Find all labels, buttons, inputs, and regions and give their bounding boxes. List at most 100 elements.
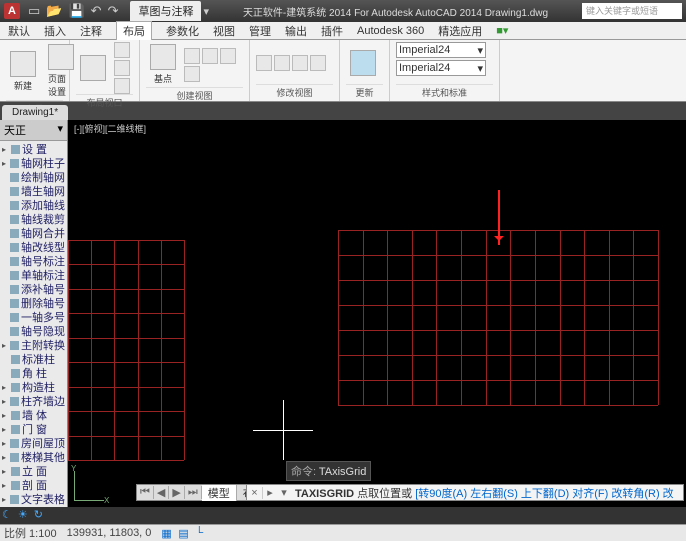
panel-title: 样式和标准: [396, 84, 493, 99]
sun-icon[interactable]: ☀: [18, 508, 28, 521]
tab-manage[interactable]: 管理: [249, 23, 271, 39]
open-icon[interactable]: 📂: [46, 3, 62, 19]
sidebar-item[interactable]: ▸剖 面: [0, 478, 67, 492]
sidebar-item[interactable]: ▸主附转换: [0, 338, 67, 352]
sidebar-item[interactable]: 一轴多号: [0, 310, 67, 324]
axis-grid-preview-1: [68, 240, 184, 460]
sidebar-item[interactable]: 轴号隐现: [0, 324, 67, 338]
viewport-button[interactable]: [76, 53, 110, 83]
vp-opt-icon[interactable]: [114, 60, 130, 76]
sidebar-item[interactable]: ▸墙 体: [0, 408, 67, 422]
tab-layout[interactable]: 布局: [116, 21, 152, 40]
sidebar-item[interactable]: 添加轴线: [0, 198, 67, 212]
sidebar-item[interactable]: ▸轴网柱子: [0, 156, 67, 170]
sidebar-item[interactable]: ▸设 置: [0, 142, 67, 156]
window-title: 天正软件-建筑系统 2014 For Autodesk AutoCAD 2014…: [209, 4, 582, 19]
sidebar-item[interactable]: 标准柱: [0, 352, 67, 366]
new-layout-button[interactable]: 新建: [6, 49, 40, 94]
viewport-label[interactable]: [-][俯视][二维线框]: [74, 122, 146, 135]
sidebar-item[interactable]: ▸文字表格: [0, 492, 67, 506]
tab-nav-next-icon[interactable]: ▶: [169, 486, 184, 499]
cmd-expand-icon[interactable]: ▾: [277, 486, 291, 499]
snap-toggle-icon[interactable]: ▦: [161, 527, 174, 540]
vp-opt-icon[interactable]: [114, 42, 130, 58]
workspace-tab[interactable]: 草图与注释: [130, 1, 201, 21]
cmd-history-icon[interactable]: ▸: [263, 486, 277, 499]
help-search-input[interactable]: 键入关键字或短语: [582, 3, 682, 19]
cv-icon[interactable]: [220, 48, 236, 64]
mv-icon[interactable]: [256, 55, 272, 71]
sidebar-item[interactable]: 轴改线型: [0, 240, 67, 254]
style-combo-2[interactable]: Imperial24▾: [396, 60, 486, 76]
tab-plugins[interactable]: 插件: [321, 23, 343, 39]
tab-output[interactable]: 输出: [285, 23, 307, 39]
drawing-canvas[interactable]: [-][俯视][二维线框] YX 命令: TAxisGrid ⏮ ◀ ▶ ⏭ 模…: [68, 120, 686, 507]
tangent-sidebar: 天正▾ ▸设 置▸轴网柱子绘制轴网墙生轴网添加轴线轴线裁剪轴网合并轴改线型轴号标…: [0, 120, 68, 507]
redo-icon[interactable]: ↷: [108, 3, 119, 19]
tab-nav-prev-icon[interactable]: ◀: [154, 486, 169, 499]
sidebar-item[interactable]: ▸尺寸标注: [0, 506, 67, 507]
sidebar-item[interactable]: ▸房间屋顶: [0, 436, 67, 450]
cv-icon[interactable]: [184, 48, 200, 64]
command-text: TAXISGRID 点取位置或 [转90度(A) 左右翻(S) 上下翻(D) 对…: [291, 485, 683, 501]
workspace-tabs: 草图与注释 ▾: [130, 1, 209, 21]
sidebar-item[interactable]: ▸立 面: [0, 464, 67, 478]
tab-featured[interactable]: 精选应用: [438, 23, 482, 39]
sidebar-item[interactable]: ▸柱齐墙边: [0, 394, 67, 408]
mv-icon[interactable]: [274, 55, 290, 71]
style-combo-1[interactable]: Imperial24▾: [396, 42, 486, 58]
scale-label[interactable]: 比例 1:100: [4, 525, 57, 541]
tab-nav-last-icon[interactable]: ⏭: [185, 486, 202, 499]
cv-icon[interactable]: [202, 48, 218, 64]
mv-icon[interactable]: [310, 55, 326, 71]
sidebar-item[interactable]: ▸构造柱: [0, 380, 67, 394]
sidebar-item[interactable]: 墙生轴网: [0, 184, 67, 198]
panel-styles: Imperial24▾ Imperial24▾ 样式和标准: [390, 40, 500, 101]
sidebar-menu-icon[interactable]: ▾: [57, 122, 63, 138]
tab-view[interactable]: 视图: [213, 23, 235, 39]
workspace: 天正▾ ▸设 置▸轴网柱子绘制轴网墙生轴网添加轴线轴线裁剪轴网合并轴改线型轴号标…: [0, 120, 686, 507]
moon-icon[interactable]: ☾: [2, 508, 12, 521]
sidebar-item[interactable]: ▸门 窗: [0, 422, 67, 436]
update-button[interactable]: [346, 48, 380, 78]
chevron-down-icon: ▾: [477, 62, 483, 75]
mv-icon[interactable]: [292, 55, 308, 71]
sidebar-item[interactable]: 轴号标注: [0, 254, 67, 268]
nav-icon[interactable]: ↻: [34, 508, 43, 521]
grid-toggle-icon[interactable]: ▤: [178, 527, 191, 540]
app-icon[interactable]: A: [4, 3, 20, 19]
title-bar: A ▭ 📂 💾 ↶ ↷ 草图与注释 ▾ 天正软件-建筑系统 2014 For A…: [0, 0, 686, 22]
vp-opt-icon[interactable]: [114, 78, 130, 94]
undo-icon[interactable]: ↶: [91, 3, 102, 19]
cv-icon[interactable]: [184, 66, 200, 82]
new-icon[interactable]: ▭: [28, 3, 40, 19]
tab-nav-first-icon[interactable]: ⏮: [137, 486, 154, 499]
command-line[interactable]: × ▸ ▾ TAXISGRID 点取位置或 [转90度(A) 左右翻(S) 上下…: [246, 484, 684, 501]
sidebar-item[interactable]: ▸楼梯其他: [0, 450, 67, 464]
tab-extra-icon[interactable]: ■▾: [496, 24, 508, 37]
save-icon[interactable]: 💾: [68, 3, 84, 19]
sidebar-item[interactable]: 轴线裁剪: [0, 212, 67, 226]
panel-title: 创建视图: [146, 87, 243, 102]
tab-parametric[interactable]: 参数化: [166, 23, 199, 39]
sidebar-item[interactable]: 绘制轴网: [0, 170, 67, 184]
panel-title: 修改视图: [256, 84, 333, 99]
close-icon[interactable]: ×: [247, 487, 263, 499]
panel-title: 更新: [346, 84, 383, 99]
direction-arrow: [498, 190, 500, 245]
tab-a360[interactable]: Autodesk 360: [357, 25, 424, 37]
tab-annotate[interactable]: 注释: [80, 23, 102, 39]
document-tab[interactable]: Drawing1*: [2, 105, 68, 120]
sidebar-item[interactable]: 添补轴号: [0, 282, 67, 296]
sidebar-item[interactable]: 单轴标注: [0, 268, 67, 282]
layout-tab-model[interactable]: 模型: [202, 485, 237, 501]
base-point-button[interactable]: 基点: [146, 42, 180, 87]
tab-insert[interactable]: 插入: [44, 23, 66, 39]
sidebar-item[interactable]: 轴网合并: [0, 226, 67, 240]
bottom-left-widgets: ☾ ☀ ↻: [2, 508, 43, 521]
coordinates: 139931, 11803, 0: [67, 527, 152, 539]
tab-default[interactable]: 默认: [8, 23, 30, 39]
ortho-toggle-icon[interactable]: └: [195, 527, 208, 540]
sidebar-item[interactable]: 删除轴号: [0, 296, 67, 310]
sidebar-item[interactable]: 角 柱: [0, 366, 67, 380]
